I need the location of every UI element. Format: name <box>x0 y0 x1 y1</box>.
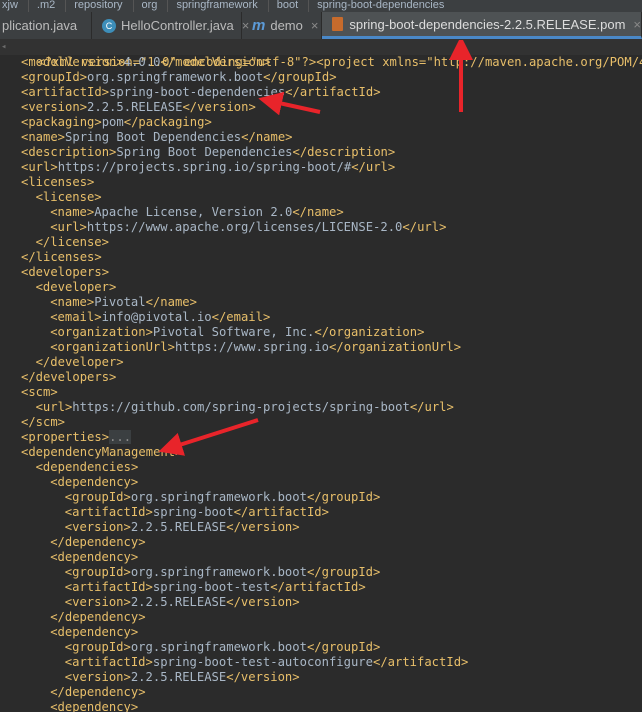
breadcrumb: xjw .m2 repository org springframework boot sp… <box>0 0 642 12</box>
close-icon[interactable]: × <box>633 17 641 32</box>
tab-label: spring-boot-dependencies-2.2.5.RELEASE.p… <box>349 16 626 32</box>
annotation-arrows <box>158 40 473 456</box>
breadcrumb-item[interactable]: repository <box>72 0 126 11</box>
breadcrumb-separator <box>167 0 169 12</box>
breadcrumb-item[interactable]: springframework <box>174 0 261 11</box>
tab-label: demo <box>270 18 303 33</box>
breadcrumb-item[interactable]: xjw <box>0 0 22 11</box>
breadcrumb-item[interactable]: boot <box>275 0 302 11</box>
tab-demo[interactable]: m demo × <box>242 12 322 39</box>
breadcrumb-item[interactable]: .m2 <box>35 0 59 11</box>
close-icon[interactable]: × <box>311 18 319 33</box>
breadcrumb-separator <box>132 0 134 12</box>
java-class-icon: C <box>102 18 116 33</box>
breadcrumb-item[interactable]: spring-boot-dependencies <box>315 0 448 11</box>
tab-label: HelloController.java <box>121 18 234 33</box>
breadcrumb-separator <box>308 0 310 12</box>
breadcrumb-separator <box>65 0 67 12</box>
editor-tab-bar: plication.java C HelloController.java × … <box>0 12 642 40</box>
arrow-artifactid <box>258 91 321 116</box>
arrow-dependency-management <box>158 418 259 456</box>
tab-pom-active[interactable]: spring-boot-dependencies-2.2.5.RELEASE.p… <box>322 12 642 39</box>
tab-hello-controller[interactable]: C HelloController.java × <box>92 12 249 39</box>
code-editor[interactable]: ◂ <?xml version="1.0" encoding="utf-8"?><… <box>0 40 642 712</box>
tab-application-java[interactable]: plication.java <box>0 12 92 39</box>
tab-label: plication.java <box>2 18 78 33</box>
breadcrumb-separator <box>267 0 269 12</box>
breadcrumb-separator <box>27 0 29 12</box>
maven-module-icon: m <box>252 17 266 34</box>
pom-file-icon <box>332 17 344 31</box>
breadcrumb-item[interactable]: org <box>140 0 162 11</box>
